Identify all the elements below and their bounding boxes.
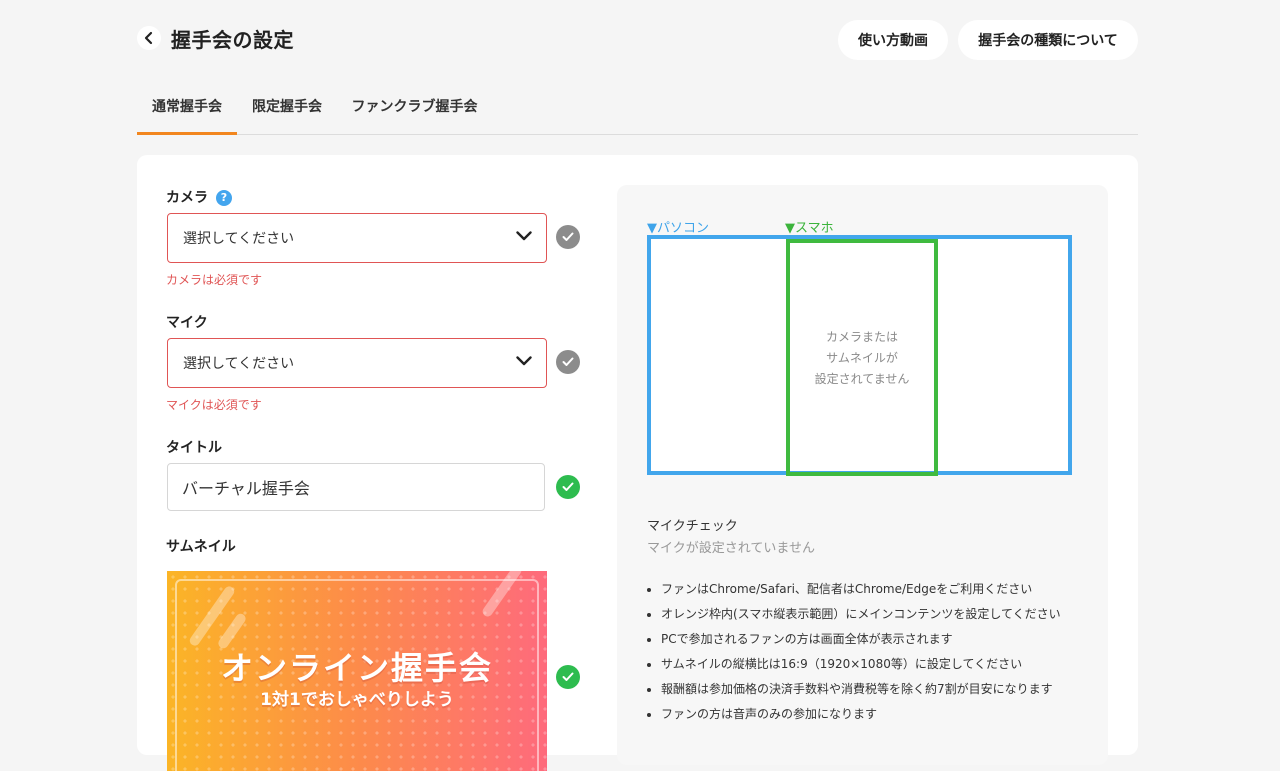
no-camera-line: カメラまたは	[825, 330, 898, 344]
thumbnail-label: サムネイル	[166, 539, 236, 555]
how-to-video-button[interactable]: 使い方動画	[838, 20, 948, 60]
mic-select-value: 選択してください	[183, 356, 295, 372]
mic-select[interactable]: 選択してください	[167, 338, 547, 388]
no-camera-line: サムネイルが	[826, 351, 898, 365]
tab-fanclub[interactable]: ファンクラブ握手会	[347, 84, 482, 132]
thumbnail-image[interactable]: オンライン握手会 1対1でおしゃべりしよう	[167, 571, 547, 771]
mic-error-message: マイクは必須です	[166, 398, 262, 412]
camera-select-value: 選択してください	[183, 231, 295, 247]
thumbnail-status-icon	[556, 665, 580, 689]
page-header: 握手会の設定 使い方動画 握手会の種類について	[137, 18, 1138, 62]
camera-select[interactable]: 選択してください	[167, 213, 547, 263]
tab-limited[interactable]: 限定握手会	[247, 84, 327, 132]
list-item: ファンの方は音声のみの参加になります	[661, 706, 1061, 731]
mic-status-icon	[556, 350, 580, 374]
camera-status-icon	[556, 225, 580, 249]
tab-regular[interactable]: 通常握手会	[137, 84, 237, 135]
notes-list: ファンはChrome/Safari、配信者はChrome/Edgeをご利用くださ…	[647, 581, 1061, 731]
event-type-tabs: 通常握手会 限定握手会 ファンクラブ握手会	[137, 84, 1138, 135]
chevron-left-icon	[144, 31, 153, 45]
thumbnail-title: オンライン握手会	[220, 649, 493, 687]
camera-error-message: カメラは必須です	[166, 273, 263, 287]
mic-check-title: マイクチェック	[647, 519, 738, 534]
chevron-down-icon	[516, 231, 532, 241]
list-item: PCで参加されるファンの方は画面全体が表示されます	[661, 631, 1061, 656]
list-item: ファンはChrome/Safari、配信者はChrome/Edgeをご利用くださ…	[661, 581, 1061, 606]
pc-view-label: ▼パソコン	[647, 221, 709, 236]
title-label: タイトル	[166, 440, 222, 456]
settings-card: カメラ? 選択してください カメラは必須です マイク 選択してください マイクは…	[137, 155, 1138, 771]
title-status-icon	[556, 475, 580, 499]
page-title: 握手会の設定	[171, 28, 294, 52]
about-types-button[interactable]: 握手会の種類について	[958, 20, 1138, 60]
title-input[interactable]	[167, 463, 545, 511]
mic-label: マイク	[166, 315, 208, 331]
no-camera-line: 設定されてません	[814, 372, 910, 386]
help-icon[interactable]: ?	[216, 190, 232, 206]
back-button[interactable]	[137, 26, 161, 50]
mic-check-status: マイクが設定されていません	[647, 541, 815, 556]
list-item: オレンジ枠内(スマホ縦表示範囲）にメインコンテンツを設定してください	[661, 606, 1061, 631]
chevron-down-icon	[516, 356, 532, 366]
camera-label: カメラ	[166, 190, 208, 206]
list-item: 報酬額は参加価格の決済手数料や消費税等を除く約7割が目安になります	[661, 681, 1061, 706]
smartphone-view-label: ▼スマホ	[785, 221, 834, 236]
thumbnail-subtitle: 1対1でおしゃべりしよう	[260, 690, 454, 710]
camera-field-label: カメラ?	[166, 187, 232, 207]
preview-panel: ▼パソコン ▼スマホ カメラまたは サムネイルが 設定されてません マイクチェッ…	[617, 185, 1108, 765]
no-camera-message: カメラまたは サムネイルが 設定されてません	[786, 327, 938, 390]
list-item: サムネイルの縦横比は16:9（1920×1080等）に設定してください	[661, 656, 1061, 681]
